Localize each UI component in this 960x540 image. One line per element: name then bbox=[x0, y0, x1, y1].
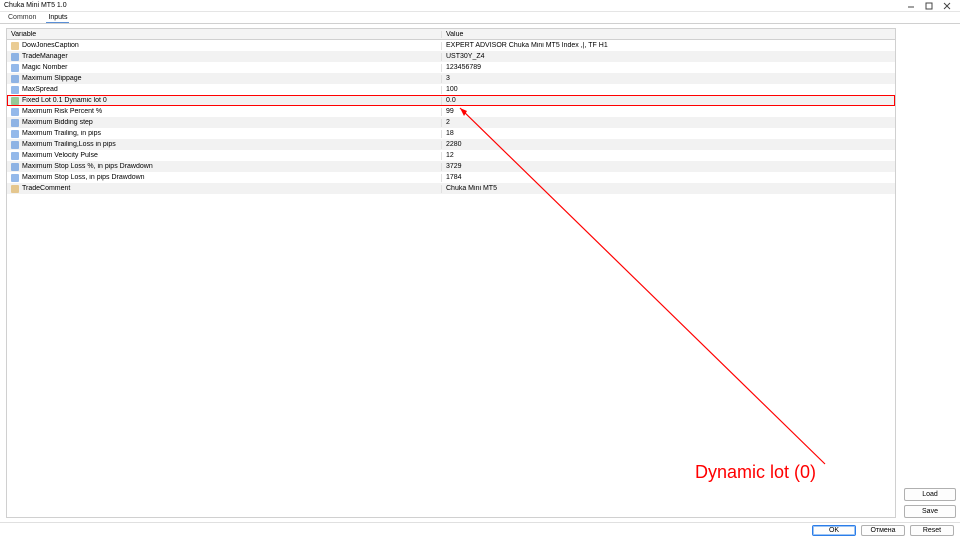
table-row[interactable]: TradeComment Chuka Mini MT5 bbox=[7, 183, 895, 194]
variable-cell[interactable]: DowJonesCaption bbox=[7, 42, 442, 50]
value-cell[interactable]: 99 bbox=[442, 108, 895, 115]
int-icon bbox=[11, 152, 19, 160]
window-title: Chuka Mini MT5 1.0 bbox=[4, 2, 902, 9]
variable-cell[interactable]: TradeComment bbox=[7, 185, 442, 193]
table-row[interactable]: DowJonesCaption EXPERT ADVISOR Chuka Mini… bbox=[7, 40, 895, 51]
grid-header: Variable Value bbox=[7, 29, 895, 40]
tab-bar: Common Inputs bbox=[0, 12, 960, 24]
table-row[interactable]: Maximum Trailing, in pips 18 bbox=[7, 128, 895, 139]
text-icon bbox=[11, 185, 19, 193]
variable-label: Magic Nomber bbox=[22, 64, 68, 71]
table-row[interactable]: Maximum Slippage 3 bbox=[7, 73, 895, 84]
int-icon bbox=[11, 174, 19, 182]
variable-label: Maximum Trailing, in pips bbox=[22, 130, 101, 137]
load-button[interactable]: Load bbox=[904, 488, 956, 501]
variable-label: Maximum Bidding step bbox=[22, 119, 93, 126]
variable-cell[interactable]: Maximum Slippage bbox=[7, 75, 442, 83]
titlebar: Chuka Mini MT5 1.0 bbox=[0, 0, 960, 12]
int-icon bbox=[11, 64, 19, 72]
float-icon bbox=[11, 97, 19, 105]
table-row[interactable]: Maximum Velocity Pulse 12 bbox=[7, 150, 895, 161]
save-button[interactable]: Save bbox=[904, 505, 956, 518]
value-cell[interactable]: 2280 bbox=[442, 141, 895, 148]
int-icon bbox=[11, 119, 19, 127]
main-area: Variable Value DowJonesCaption EXPERT ADV… bbox=[0, 24, 960, 522]
int-icon bbox=[11, 108, 19, 116]
table-row[interactable]: Fixed Lot 0.1 Dynamic lot 0 0.0 bbox=[7, 95, 895, 106]
variable-label: DowJonesCaption bbox=[22, 42, 79, 49]
table-row[interactable]: Maximum Bidding step 2 bbox=[7, 117, 895, 128]
variable-cell[interactable]: Maximum Stop Loss, in pips Drawdown bbox=[7, 174, 442, 182]
variable-label: TradeManager bbox=[22, 53, 68, 60]
close-button[interactable] bbox=[938, 0, 956, 12]
variable-label: TradeComment bbox=[22, 185, 70, 192]
value-cell[interactable]: Chuka Mini MT5 bbox=[442, 185, 895, 192]
inputs-grid: Variable Value DowJonesCaption EXPERT ADV… bbox=[6, 28, 896, 518]
int-icon bbox=[11, 130, 19, 138]
value-cell[interactable]: UST30Y_Z4 bbox=[442, 53, 895, 60]
variable-label: Fixed Lot 0.1 Dynamic lot 0 bbox=[22, 97, 107, 104]
variable-label: Maximum Slippage bbox=[22, 75, 82, 82]
table-row[interactable]: MaxSpread 100 bbox=[7, 84, 895, 95]
value-cell[interactable]: 12 bbox=[442, 152, 895, 159]
value-cell[interactable]: 18 bbox=[442, 130, 895, 137]
int-icon bbox=[11, 86, 19, 94]
variable-label: MaxSpread bbox=[22, 86, 58, 93]
table-row[interactable]: Maximum Stop Loss %, in pips Drawdown 372… bbox=[7, 161, 895, 172]
table-row[interactable]: Maximum Risk Percent % 99 bbox=[7, 106, 895, 117]
tab-inputs[interactable]: Inputs bbox=[46, 14, 69, 23]
maximize-button[interactable] bbox=[920, 0, 938, 12]
table-row[interactable]: Maximum Stop Loss, in pips Drawdown 1784 bbox=[7, 172, 895, 183]
value-cell[interactable]: 3729 bbox=[442, 163, 895, 170]
variable-cell[interactable]: Maximum Trailing, in pips bbox=[7, 130, 442, 138]
variable-label: Maximum Risk Percent % bbox=[22, 108, 102, 115]
table-row[interactable]: Magic Nomber 123456789 bbox=[7, 62, 895, 73]
variable-cell[interactable]: Maximum Velocity Pulse bbox=[7, 152, 442, 160]
variable-cell[interactable]: Maximum Risk Percent % bbox=[7, 108, 442, 116]
int-icon bbox=[11, 141, 19, 149]
int-icon bbox=[11, 163, 19, 171]
value-cell[interactable]: 1784 bbox=[442, 174, 895, 181]
header-value[interactable]: Value bbox=[442, 31, 895, 38]
value-cell[interactable]: 0.0 bbox=[442, 97, 895, 104]
ok-button[interactable]: OK bbox=[812, 525, 856, 536]
side-panel: Load Save bbox=[900, 24, 960, 522]
variable-label: Maximum Stop Loss, in pips Drawdown bbox=[22, 174, 145, 181]
value-cell[interactable]: 100 bbox=[442, 86, 895, 93]
reset-button[interactable]: Reset bbox=[910, 525, 954, 536]
grid-wrap: Variable Value DowJonesCaption EXPERT ADV… bbox=[0, 24, 900, 522]
header-variable[interactable]: Variable bbox=[7, 31, 442, 38]
variable-cell[interactable]: Magic Nomber bbox=[7, 64, 442, 72]
variable-cell[interactable]: Maximum Trailing,Loss in pips bbox=[7, 141, 442, 149]
variable-cell[interactable]: TradeManager bbox=[7, 53, 442, 61]
variable-label: Maximum Stop Loss %, in pips Drawdown bbox=[22, 163, 153, 170]
variable-cell[interactable]: Fixed Lot 0.1 Dynamic lot 0 bbox=[7, 97, 442, 105]
window-controls bbox=[902, 0, 956, 12]
value-cell[interactable]: 3 bbox=[442, 75, 895, 82]
value-cell[interactable]: 123456789 bbox=[442, 64, 895, 71]
variable-label: Maximum Trailing,Loss in pips bbox=[22, 141, 116, 148]
table-row[interactable]: Maximum Trailing,Loss in pips 2280 bbox=[7, 139, 895, 150]
variable-cell[interactable]: Maximum Stop Loss %, in pips Drawdown bbox=[7, 163, 442, 171]
variable-cell[interactable]: MaxSpread bbox=[7, 86, 442, 94]
cancel-button[interactable]: Отмена bbox=[861, 525, 905, 536]
variable-cell[interactable]: Maximum Bidding step bbox=[7, 119, 442, 127]
variable-label: Maximum Velocity Pulse bbox=[22, 152, 98, 159]
value-cell[interactable]: EXPERT ADVISOR Chuka Mini MT5 Index ,|, … bbox=[442, 42, 895, 49]
minimize-button[interactable] bbox=[902, 0, 920, 12]
footer: OK Отмена Reset bbox=[0, 522, 960, 538]
text-icon bbox=[11, 53, 19, 61]
table-row[interactable]: TradeManager UST30Y_Z4 bbox=[7, 51, 895, 62]
tab-common[interactable]: Common bbox=[6, 14, 38, 23]
int-icon bbox=[11, 75, 19, 83]
value-cell[interactable]: 2 bbox=[442, 119, 895, 126]
text-icon bbox=[11, 42, 19, 50]
